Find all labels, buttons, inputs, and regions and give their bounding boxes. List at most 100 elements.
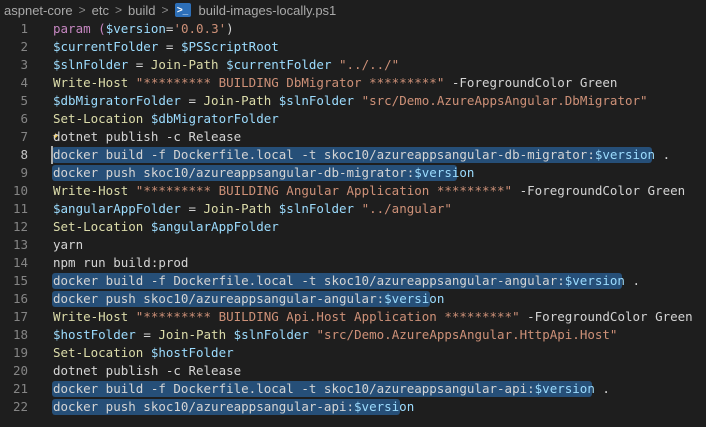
code-text: $dbMigratorFolder = Join-Path $slnFolder… <box>53 92 648 110</box>
text-cursor <box>51 146 53 164</box>
code-token: docker build -f Dockerfile.local -t skoc… <box>53 381 535 396</box>
code-token: $hostFolder <box>150 345 234 360</box>
code-line[interactable]: 15 docker build -f Dockerfile.local -t sk… <box>0 272 706 290</box>
breadcrumb: aspnet-core > etc > build > >_ build-ima… <box>0 0 706 20</box>
powershell-file-icon: >_ <box>174 3 191 17</box>
line-number: 6 <box>20 111 28 126</box>
code-token: $angularAppFolder <box>150 219 279 234</box>
code-line[interactable]: 10 Write-Host "********* BUILDING Angular… <box>0 182 706 200</box>
code-token: -ForegroundColor Green <box>512 183 686 198</box>
code-token: = <box>180 93 204 108</box>
code-text: docker build -f Dockerfile.local -t skoc… <box>53 272 640 290</box>
code-token: $slnFolder <box>233 327 309 342</box>
code-text: npm run build:prod <box>53 254 188 272</box>
code-token: . <box>624 273 641 288</box>
code-token: Join-Path <box>150 57 219 72</box>
code-text: $currentFolder = $PSScriptRoot <box>53 38 279 56</box>
code-token: -ForegroundColor Green <box>444 75 618 90</box>
line-number: 3 <box>20 57 28 72</box>
line-number: 2 <box>20 39 28 54</box>
code-token: = <box>135 327 159 342</box>
line-number: 8 <box>20 147 28 162</box>
code-line[interactable]: 19 Set-Location $hostFolder <box>0 344 706 362</box>
code-text: Set-Location $dbMigratorFolder <box>53 110 279 128</box>
code-editor[interactable]: 1 param ($version='0.0.3') 2 $currentFolder… <box>0 20 706 416</box>
line-number: 5 <box>20 93 28 108</box>
line-number: 11 <box>12 201 28 216</box>
code-text: docker build -f Dockerfile.local -t skoc… <box>53 146 670 164</box>
code-line[interactable]: 17 Write-Host "********* BUILDING Api.Hos… <box>0 308 706 326</box>
code-line[interactable]: 5 $dbMigratorFolder = Join-Path $slnFolde… <box>0 92 706 110</box>
code-line[interactable]: 1 param ($version='0.0.3') <box>0 20 706 38</box>
code-token: dotnet publish -c Release <box>53 129 242 144</box>
code-text: yarn <box>53 236 83 254</box>
code-line[interactable]: 8 docker build -f Dockerfile.local -t sko… <box>0 146 706 164</box>
code-line[interactable]: 12 Set-Location $angularAppFolder <box>0 218 706 236</box>
breadcrumb-item-aspnet-core[interactable]: aspnet-core <box>4 3 73 18</box>
code-text: docker push skoc10/azureappsangular-api:… <box>53 398 414 416</box>
code-token: docker push skoc10/azureappsangular-angu… <box>53 291 385 306</box>
breadcrumb-item-etc[interactable]: etc <box>92 3 109 18</box>
code-line[interactable]: 22 docker push skoc10/azureappsangular-ap… <box>0 398 706 416</box>
line-number: 22 <box>12 399 28 414</box>
code-line[interactable]: 6 Set-Location $dbMigratorFolder <box>0 110 706 128</box>
code-token: Write-Host <box>53 75 129 90</box>
code-text: $slnFolder = Join-Path $currentFolder ".… <box>53 56 399 74</box>
line-number: 7 <box>20 129 28 144</box>
code-token: docker push skoc10/azureappsangular-api: <box>53 399 355 414</box>
code-token: = <box>128 57 151 72</box>
breadcrumb-file-name[interactable]: build-images-locally.ps1 <box>199 3 337 18</box>
code-line[interactable]: 3 $slnFolder = Join-Path $currentFolder "… <box>0 56 706 74</box>
code-token: docker build -f Dockerfile.local -t skoc… <box>53 147 595 162</box>
line-number: 15 <box>12 273 28 288</box>
code-line[interactable]: 16 docker push skoc10/azureappsangular-an… <box>0 290 706 308</box>
code-text: Write-Host "********* BUILDING Angular A… <box>53 182 685 200</box>
line-number: 13 <box>12 237 28 252</box>
line-number: 1 <box>20 21 28 36</box>
line-number: 12 <box>12 219 28 234</box>
code-token: '0.0.3' <box>173 21 227 36</box>
code-token: Set-Location <box>53 219 144 234</box>
code-text: $hostFolder = Join-Path $slnFolder "src/… <box>53 326 617 344</box>
code-token: = <box>158 39 181 54</box>
code-line[interactable]: 11 $angularAppFolder = Join-Path $slnFold… <box>0 200 706 218</box>
code-token: "../angular" <box>361 201 452 216</box>
code-token: docker build -f Dockerfile.local -t skoc… <box>53 273 565 288</box>
code-line[interactable]: 4 Write-Host "********* BUILDING DbMigrat… <box>0 74 706 92</box>
code-line[interactable]: 13 yarn <box>0 236 706 254</box>
code-line[interactable]: 7 ✦ dotnet publish -c Release <box>0 128 706 146</box>
code-line[interactable]: 20 dotnet publish -c Release <box>0 362 706 380</box>
breadcrumb-item-build[interactable]: build <box>128 3 155 18</box>
code-token: "********* BUILDING Api.Host Application… <box>135 309 520 324</box>
code-token: $version <box>105 21 166 36</box>
chevron-right-icon: > <box>115 3 123 17</box>
code-line[interactable]: 9 docker push skoc10/azureappsangular-db-… <box>0 164 706 182</box>
code-token: Write-Host <box>53 183 129 198</box>
code-token: "src/Demo.AzureAppsAngular.DbMigrator" <box>361 93 648 108</box>
code-text: docker push skoc10/azureappsangular-db-m… <box>53 164 474 182</box>
code-line[interactable]: 14 npm run build:prod <box>0 254 706 272</box>
code-token: $slnFolder <box>278 201 355 216</box>
code-text: Write-Host "********* BUILDING DbMigrato… <box>53 74 617 92</box>
code-token: $currentFolder <box>226 57 332 72</box>
code-line[interactable]: 2 $currentFolder = $PSScriptRoot <box>0 38 706 56</box>
code-line[interactable]: 21 docker build -f Dockerfile.local -t sk… <box>0 380 706 398</box>
code-token: $version <box>534 381 595 396</box>
code-line[interactable]: 18 $hostFolder = Join-Path $slnFolder "sr… <box>0 326 706 344</box>
code-token: Join-Path <box>203 201 272 216</box>
code-token: "********* BUILDING Angular Application … <box>135 183 513 198</box>
code-token: Join-Path <box>158 327 227 342</box>
line-number: 20 <box>12 363 28 378</box>
code-token: $version <box>354 399 415 414</box>
code-token: npm run build:prod <box>53 255 189 270</box>
chevron-right-icon: > <box>161 3 169 17</box>
code-token: $version <box>564 273 625 288</box>
